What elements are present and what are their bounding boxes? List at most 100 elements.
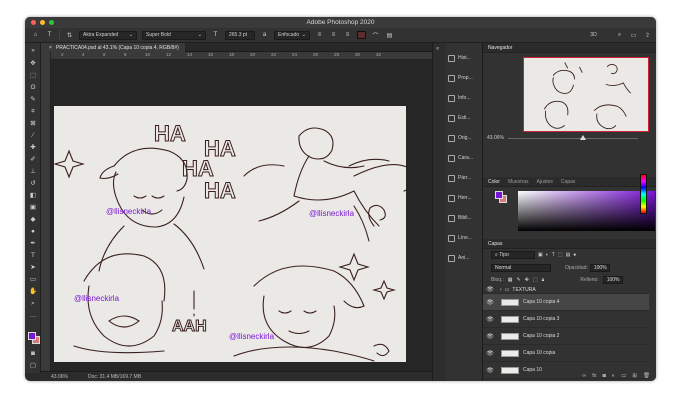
align-left-icon[interactable]: ≡ bbox=[315, 31, 324, 40]
blur-tool-icon[interactable]: ◆ bbox=[28, 215, 38, 224]
panel-strip-item[interactable]: Párr... bbox=[448, 171, 482, 185]
navigator-title[interactable]: Navegador bbox=[488, 45, 512, 51]
healing-brush-tool-icon[interactable]: ✚ bbox=[28, 143, 38, 152]
path-selection-tool-icon[interactable]: ➤ bbox=[28, 263, 38, 272]
align-right-icon[interactable]: ≡ bbox=[343, 31, 352, 40]
move-tool-icon[interactable]: ✥ bbox=[28, 59, 38, 68]
font-size-select[interactable]: 265.3 pt bbox=[225, 30, 255, 40]
panel-strip-item[interactable]: Prop... bbox=[448, 71, 482, 85]
screen-mode-icon[interactable]: ▢ bbox=[28, 361, 38, 370]
layer-style-icon[interactable]: fx bbox=[592, 373, 596, 379]
layers-title[interactable]: Capas bbox=[488, 241, 502, 247]
link-layers-icon[interactable]: ∞ bbox=[582, 373, 586, 379]
new-layer-icon[interactable]: ⊞ bbox=[632, 373, 637, 379]
fill-input[interactable]: 100% bbox=[602, 276, 623, 284]
crop-tool-icon[interactable]: ⌗ bbox=[28, 107, 38, 116]
navigator-slider-handle[interactable] bbox=[580, 135, 586, 140]
shape-filter-icon[interactable]: ⬚ bbox=[558, 252, 563, 258]
document-tab[interactable]: × PRACTICA04.psd al 43.1% (Capa 10 copia… bbox=[41, 43, 185, 52]
more-tools-icon[interactable]: … bbox=[28, 311, 38, 320]
visibility-eye-icon[interactable]: 👁︎ bbox=[483, 333, 497, 340]
quick-mask-icon[interactable]: ◙ bbox=[28, 349, 38, 358]
clone-stamp-tool-icon[interactable]: ⊥ bbox=[28, 167, 38, 176]
foreground-color-swatch[interactable] bbox=[495, 191, 503, 199]
panel-strip-item[interactable]: Hist... bbox=[448, 51, 482, 65]
warp-text-icon[interactable]: ⌒ bbox=[371, 31, 380, 40]
shape-tool-icon[interactable]: ▭ bbox=[28, 275, 38, 284]
layer-row[interactable]: 👁︎ Capa 10 copia 4 bbox=[483, 294, 649, 311]
layer-row[interactable]: 👁︎ › ▭ TEXTURA bbox=[483, 286, 649, 294]
workspace-icon[interactable]: ▭ bbox=[629, 31, 638, 40]
pen-tool-icon[interactable]: ✒ bbox=[28, 239, 38, 248]
filter-toggle-icon[interactable]: ● bbox=[573, 252, 576, 258]
eraser-tool-icon[interactable]: ◧ bbox=[28, 191, 38, 200]
collapse-icon[interactable]: » bbox=[28, 46, 38, 55]
panel-strip-item[interactable]: Cara... bbox=[448, 151, 482, 165]
visibility-eye-icon[interactable]: 👁︎ bbox=[483, 350, 497, 357]
marquee-tool-icon[interactable]: ⬚ bbox=[28, 71, 38, 80]
expand-group-icon[interactable]: › bbox=[500, 287, 502, 293]
navigator-zoom[interactable]: 43.06% bbox=[487, 135, 504, 141]
type-filter-icon[interactable]: T bbox=[552, 252, 555, 258]
font-family-select[interactable]: Akira Expanded ⌄ bbox=[79, 30, 137, 40]
search-icon[interactable]: ⌕ bbox=[615, 31, 624, 40]
visibility-eye-icon[interactable]: 👁︎ bbox=[483, 299, 497, 306]
visibility-eye-icon[interactable]: 👁︎ bbox=[483, 286, 497, 293]
quick-select-tool-icon[interactable]: ✎ bbox=[28, 95, 38, 104]
panel-strip-item[interactable]: Esti... bbox=[448, 111, 482, 125]
history-brush-tool-icon[interactable]: ↺ bbox=[28, 179, 38, 188]
zoom-tool-icon[interactable]: ⌕ bbox=[28, 299, 38, 308]
gradient-tool-icon[interactable]: ▣ bbox=[28, 203, 38, 212]
color-panel-tab[interactable]: Capas bbox=[561, 179, 575, 185]
panel-strip-item[interactable]: Herr... bbox=[448, 191, 482, 205]
color-panel-tab[interactable]: Ajustes bbox=[537, 179, 553, 185]
color-panel-swatches[interactable] bbox=[495, 191, 507, 203]
opacity-input[interactable]: 100% bbox=[589, 264, 610, 272]
font-style-select[interactable]: Super Bold ⌄ bbox=[142, 30, 206, 40]
lock-all-icon[interactable]: 🔒︎ bbox=[542, 277, 545, 283]
type-tool-preset-icon[interactable]: T bbox=[45, 31, 54, 40]
layer-mask-icon[interactable]: ◙ bbox=[603, 373, 606, 379]
text-orientation-icon[interactable]: ⇅ bbox=[65, 31, 74, 40]
color-panel-tab[interactable]: Muestras bbox=[508, 179, 529, 185]
delete-layer-icon[interactable]: 🗑︎ bbox=[643, 373, 650, 379]
share-icon[interactable]: ⇪ bbox=[643, 31, 652, 40]
panel-strip-item[interactable]: Líne... bbox=[448, 231, 482, 245]
hue-slider[interactable] bbox=[640, 174, 647, 214]
zoom-level[interactable]: 43.06% bbox=[51, 374, 68, 380]
layer-row[interactable]: 👁︎ Capa 10 copia 3 bbox=[483, 311, 649, 328]
lasso-tool-icon[interactable]: ʘ bbox=[28, 83, 38, 92]
panel-strip-item[interactable]: Ani... bbox=[448, 251, 482, 265]
document-size[interactable]: Doc: 31.4 MB/169.7 MB bbox=[88, 374, 141, 380]
foreground-background-colors[interactable] bbox=[28, 332, 40, 344]
align-center-icon[interactable]: ≡ bbox=[329, 31, 338, 40]
pixel-filter-icon[interactable]: ▣ bbox=[538, 252, 543, 258]
color-panel-tab[interactable]: Color bbox=[488, 179, 500, 185]
hand-tool-icon[interactable]: ✋ bbox=[28, 287, 38, 296]
smart-object-filter-icon[interactable]: ▤ bbox=[566, 252, 571, 258]
layer-row[interactable]: 👁︎ Capa 10 copia bbox=[483, 345, 649, 362]
foreground-color-swatch[interactable] bbox=[28, 332, 36, 340]
character-panel-icon[interactable]: ▤ bbox=[385, 31, 394, 40]
layer-row[interactable]: 👁︎ Capa 10 copia 2 bbox=[483, 328, 649, 345]
type-tool-icon[interactable]: T bbox=[28, 251, 38, 260]
antialias-select[interactable]: Enfocado ⌄ bbox=[274, 30, 310, 40]
home-icon[interactable]: ⌂ bbox=[31, 31, 40, 40]
color-picker-field[interactable] bbox=[518, 191, 655, 231]
lock-transparency-icon[interactable]: ▦ bbox=[508, 277, 513, 283]
visibility-eye-icon[interactable]: 👁︎ bbox=[483, 316, 497, 323]
lock-pixels-icon[interactable]: ✎ bbox=[517, 277, 521, 283]
new-group-icon[interactable]: ▭ bbox=[621, 373, 626, 379]
artwork-canvas[interactable]: HA HA HA HA AAH @llisneckirla @llisnecki… bbox=[54, 106, 406, 362]
adjustment-layer-icon[interactable]: ◐ bbox=[612, 373, 615, 379]
blend-mode-select[interactable]: Normal bbox=[491, 264, 551, 272]
frame-tool-icon[interactable]: ⊠ bbox=[28, 119, 38, 128]
text-color-swatch[interactable] bbox=[357, 31, 366, 39]
navigator-thumbnail[interactable] bbox=[523, 57, 649, 132]
dodge-tool-icon[interactable]: ● bbox=[28, 227, 38, 236]
adjustment-filter-icon[interactable]: ◐ bbox=[546, 252, 549, 258]
navigator-zoom-slider[interactable] bbox=[508, 138, 638, 139]
close-tab-icon[interactable]: × bbox=[49, 45, 52, 51]
brush-tool-icon[interactable]: ✐ bbox=[28, 155, 38, 164]
panel-strip-item[interactable]: Bibli... bbox=[448, 211, 482, 225]
